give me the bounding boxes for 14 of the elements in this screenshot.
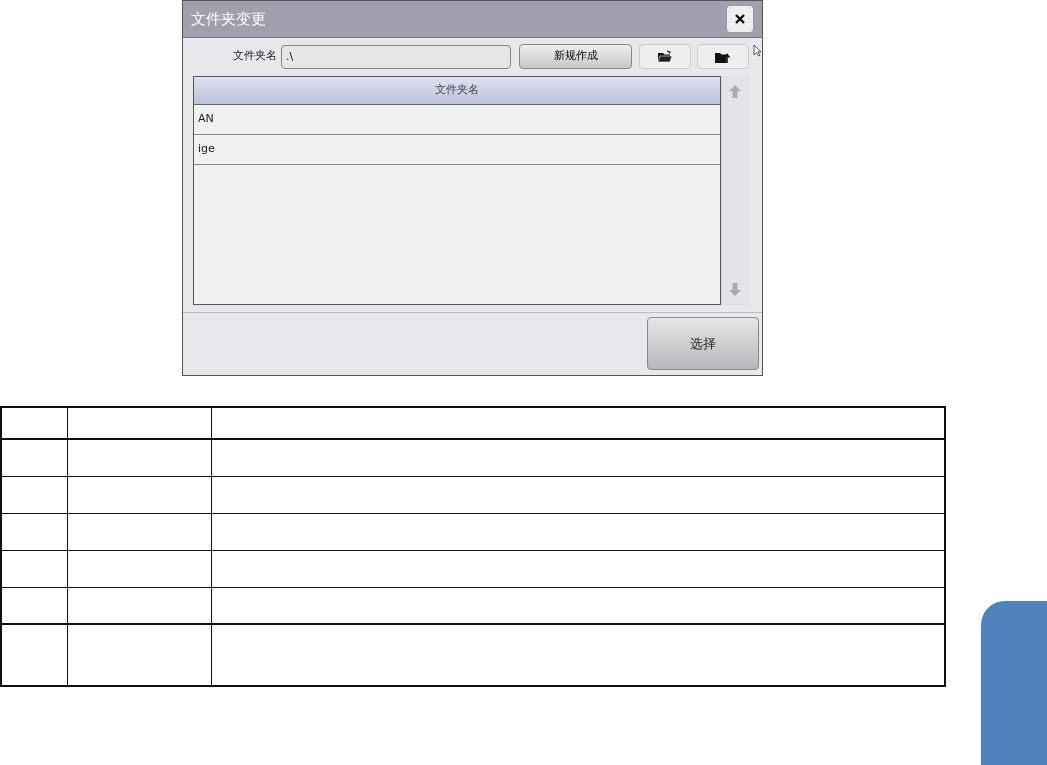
parent-folder-button[interactable]	[697, 44, 749, 69]
folder-name-field[interactable]: .\	[281, 44, 511, 69]
window-title: 文件夹变更	[191, 8, 266, 30]
cursor-icon	[753, 44, 762, 57]
close-icon	[734, 13, 746, 25]
folder-row[interactable]: ige	[194, 135, 720, 165]
new-folder-button[interactable]: 新规作成	[519, 44, 632, 69]
column-header: 文件夹名	[194, 77, 720, 105]
close-button[interactable]	[726, 5, 754, 33]
select-button[interactable]: 选择	[647, 317, 759, 370]
open-folder-button[interactable]	[639, 44, 691, 69]
open-folder-icon	[657, 50, 673, 63]
field-label: 文件夹名	[233, 48, 277, 65]
folder-row[interactable]: AN	[194, 105, 720, 135]
